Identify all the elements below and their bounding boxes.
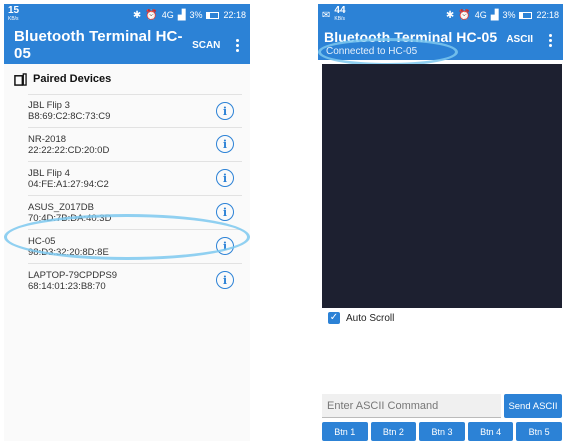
clock: 22:18	[223, 10, 246, 20]
battery-icon	[519, 11, 533, 19]
device-name: JBL Flip 3	[28, 100, 70, 111]
paired-devices-header: Paired Devices	[4, 64, 250, 94]
app-bar: Bluetooth Terminal HC-05 ASCII Connected…	[318, 26, 563, 60]
device-address: B8:69:C2:8C:73:C9	[28, 111, 111, 122]
devices-icon	[14, 72, 27, 86]
device-item-hc05[interactable]: HC-05 98:D3:32:20:8D:8E i	[28, 230, 242, 264]
device-item[interactable]: NR-2018 22:22:22:CD:20:0D i	[28, 128, 242, 162]
device-name: LAPTOP-79CPDPS9	[28, 270, 118, 281]
network-speed: 15 KB/s	[8, 5, 20, 23]
auto-scroll-toggle[interactable]: ✓ Auto Scroll	[328, 312, 394, 324]
scan-button[interactable]: SCAN	[192, 40, 220, 51]
info-icon[interactable]: i	[216, 169, 234, 187]
battery-percent: 3%	[502, 10, 516, 20]
device-item[interactable]: JBL Flip 4 04:FE:A1:27:94:C2 i	[28, 162, 242, 196]
device-address: 22:22:22:CD:20:0D	[28, 144, 110, 156]
checkbox-checked-icon[interactable]: ✓	[328, 312, 340, 324]
device-list: JBL Flip 3 B8:69:C2:8C:73:C9 i NR-2018 2…	[4, 94, 250, 298]
alarm-icon: ⏰	[458, 9, 471, 21]
clock: 22:18	[536, 10, 559, 20]
network-speed: 44 KB/s	[334, 5, 346, 23]
bluetooth-icon: ✱	[445, 9, 455, 21]
ascii-mode-button[interactable]: ASCII	[506, 34, 533, 45]
device-name: JBL Flip 4	[28, 167, 70, 179]
device-name: HC-05	[28, 235, 56, 247]
info-icon[interactable]: i	[216, 203, 234, 221]
app-bar: Bluetooth Terminal HC-05 SCAN	[4, 26, 250, 64]
command-row: Send ASCII	[322, 394, 562, 418]
send-ascii-button[interactable]: Send ASCII	[504, 394, 562, 418]
app-title: Bluetooth Terminal HC-05	[14, 28, 183, 62]
status-bar: ✉ 44 KB/s ✱ ⏰ 4G ▟ 3% 22:18	[318, 4, 563, 26]
device-address: 68:14:01:23:B8:70	[28, 281, 106, 292]
overflow-menu-icon[interactable]	[232, 38, 242, 52]
signal-bars-icon: ▟	[177, 9, 186, 21]
message-icon: ✉	[322, 9, 331, 21]
device-address: 98:D3:32:20:8D:8E	[28, 246, 109, 258]
info-icon[interactable]: i	[216, 135, 234, 153]
connection-status: Connected to HC-05	[326, 46, 418, 57]
paired-devices-screen: 15 KB/s ✱ ⏰ 4G ▟ 3% 22:18 Bluetooth Termi…	[4, 4, 250, 441]
device-item[interactable]: JBL Flip 3 B8:69:C2:8C:73:C9 i	[28, 94, 242, 128]
macro-buttons: Btn 1 Btn 2 Btn 3 Btn 4 Btn 5	[322, 422, 562, 441]
section-title: Paired Devices	[33, 73, 112, 85]
alarm-icon: ⏰	[145, 9, 158, 21]
status-bar: 15 KB/s ✱ ⏰ 4G ▟ 3% 22:18	[4, 4, 250, 26]
device-name: NR-2018	[28, 133, 67, 145]
btn-2[interactable]: Btn 2	[370, 422, 417, 441]
device-address: 04:FE:A1:27:94:C2	[28, 178, 109, 190]
info-icon[interactable]: i	[216, 102, 234, 120]
signal-label: 4G	[161, 10, 174, 20]
device-name: ASUS_Z017DB	[28, 201, 95, 213]
battery-icon	[206, 11, 220, 19]
device-address: 70:4D:7B:DA:40:3D	[28, 212, 112, 224]
terminal-screen: ✉ 44 KB/s ✱ ⏰ 4G ▟ 3% 22:18 Bluetooth Ter…	[318, 4, 563, 441]
bluetooth-icon: ✱	[132, 9, 142, 21]
signal-label: 4G	[474, 10, 487, 20]
overflow-menu-icon[interactable]	[545, 34, 555, 47]
btn-3[interactable]: Btn 3	[419, 422, 465, 441]
btn-5[interactable]: Btn 5	[516, 422, 562, 441]
auto-scroll-label: Auto Scroll	[346, 312, 395, 324]
battery-percent: 3%	[189, 10, 203, 20]
terminal-output[interactable]	[322, 64, 562, 308]
app-title: Bluetooth Terminal HC-05	[324, 29, 498, 45]
ascii-command-input[interactable]	[322, 394, 501, 418]
device-item[interactable]: LAPTOP-79CPDPS9 68:14:01:23:B8:70 i	[28, 264, 242, 298]
btn-4[interactable]: Btn 4	[467, 422, 514, 441]
btn-1[interactable]: Btn 1	[322, 422, 368, 441]
device-item[interactable]: ASUS_Z017DB 70:4D:7B:DA:40:3D i	[28, 196, 242, 230]
info-icon[interactable]: i	[216, 271, 234, 289]
signal-bars-icon: ▟	[490, 9, 499, 21]
info-icon[interactable]: i	[216, 237, 234, 255]
